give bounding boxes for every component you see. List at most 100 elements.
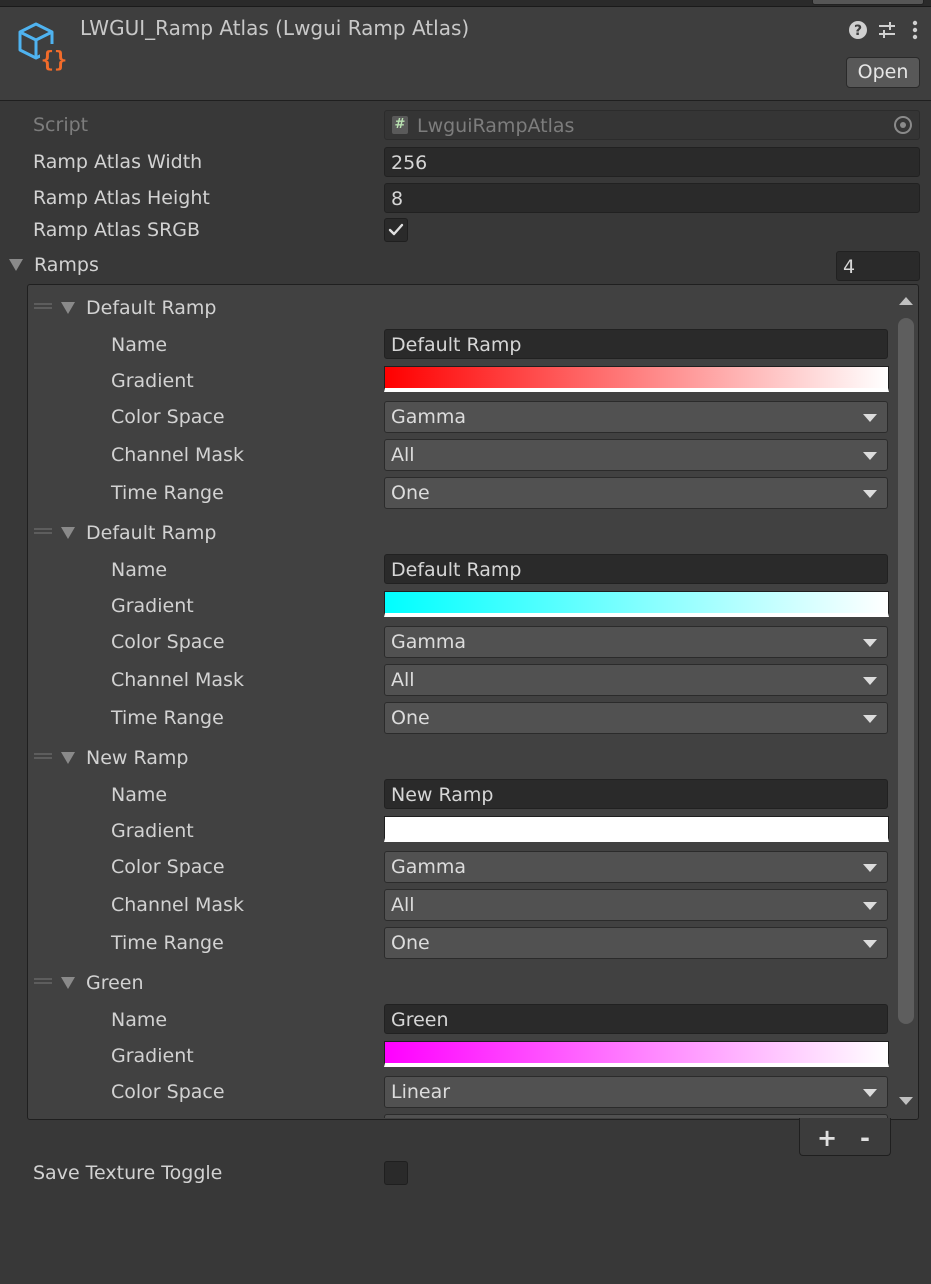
- ramp-foldout-icon[interactable]: [61, 302, 75, 314]
- color-space-dropdown[interactable]: Gamma: [384, 851, 888, 883]
- chevron-down-icon: [863, 940, 877, 948]
- ramps-count-input[interactable]: 4: [836, 251, 920, 281]
- chevron-down-icon: [863, 902, 877, 910]
- color-space-label: Color Space: [111, 406, 225, 428]
- sliders-icon[interactable]: [876, 20, 898, 42]
- color-space-label: Color Space: [111, 1081, 225, 1103]
- chevron-down-icon: [863, 452, 877, 460]
- object-picker-icon[interactable]: [893, 115, 913, 135]
- gradient-field[interactable]: [384, 591, 889, 617]
- checkmark-icon: [388, 223, 404, 236]
- chevron-down-icon: [863, 490, 877, 498]
- chevron-down-icon: [863, 1089, 877, 1097]
- channel-mask-label: Channel Mask: [111, 444, 244, 466]
- list-footer: [799, 1118, 891, 1156]
- script-value: LwguiRampAtlas: [417, 115, 575, 137]
- csharp-script-icon: #: [392, 116, 408, 134]
- color-space-label: Color Space: [111, 631, 225, 653]
- time-range-dropdown[interactable]: One: [384, 927, 888, 959]
- color-space-label: Color Space: [111, 856, 225, 878]
- cube-braces-icon: {}: [14, 20, 70, 76]
- ramp-atlas-width-input[interactable]: 256: [384, 147, 920, 177]
- ramp-atlas-height-input[interactable]: 8: [384, 183, 920, 213]
- channel-mask-value: All: [391, 894, 415, 916]
- gradient-label: Gradient: [111, 370, 194, 392]
- time-range-dropdown[interactable]: One: [384, 477, 888, 509]
- ramp-name-input[interactable]: Green: [384, 1004, 888, 1034]
- color-space-value: Gamma: [391, 406, 467, 428]
- gradient-label: Gradient: [111, 595, 194, 617]
- add-item-button[interactable]: +: [816, 1124, 838, 1152]
- gradient-field[interactable]: [384, 1041, 889, 1067]
- chevron-down-icon: [863, 414, 877, 422]
- save-texture-toggle-checkbox[interactable]: [384, 1161, 408, 1185]
- script-field[interactable]: LwguiRampAtlas: [384, 110, 920, 140]
- script-label: Script: [33, 114, 89, 136]
- channel-mask-value: All: [391, 669, 415, 691]
- time-range-value: One: [391, 482, 430, 504]
- svg-text:{}: {}: [41, 48, 68, 73]
- ramp-title: Green: [86, 972, 144, 994]
- chevron-down-icon: [863, 864, 877, 872]
- ramp-title: Default Ramp: [86, 297, 217, 319]
- ramp-atlas-srgb-label: Ramp Atlas SRGB: [33, 219, 201, 241]
- color-space-value: Gamma: [391, 856, 467, 878]
- name-label: Name: [111, 559, 168, 581]
- channel-mask-dropdown[interactable]: All: [384, 439, 888, 471]
- chevron-down-icon: [863, 677, 877, 685]
- ramps-foldout-icon[interactable]: [9, 259, 23, 271]
- color-space-dropdown[interactable]: Gamma: [384, 626, 888, 658]
- ramp-title: New Ramp: [86, 747, 189, 769]
- time-range-dropdown[interactable]: One: [384, 702, 888, 734]
- ramps-list-viewport: Default Ramp Name Default Ramp Gradient …: [28, 285, 896, 1118]
- name-label: Name: [111, 1009, 168, 1031]
- name-label: Name: [111, 334, 168, 356]
- list-scrollbar-thumb[interactable]: [898, 318, 914, 1024]
- drag-handle-icon[interactable]: [34, 303, 52, 309]
- open-button[interactable]: Open: [846, 57, 920, 88]
- time-range-label: Time Range: [111, 707, 224, 729]
- time-range-label: Time Range: [111, 482, 224, 504]
- color-space-dropdown[interactable]: Gamma: [384, 401, 888, 433]
- color-space-dropdown[interactable]: Linear: [384, 1076, 888, 1108]
- scroll-up-arrow-icon[interactable]: [899, 297, 913, 305]
- channel-mask-label: Channel Mask: [111, 669, 244, 691]
- drag-handle-icon[interactable]: [34, 753, 52, 759]
- channel-mask-label: Channel Mask: [111, 894, 244, 916]
- scroll-down-arrow-icon[interactable]: [899, 1097, 913, 1105]
- ramp-foldout-icon[interactable]: [61, 527, 75, 539]
- ramp-name-input[interactable]: Default Ramp: [384, 554, 888, 584]
- gradient-label: Gradient: [111, 1045, 194, 1067]
- ramp-name-input[interactable]: New Ramp: [384, 779, 888, 809]
- ramp-title: Default Ramp: [86, 522, 217, 544]
- remove-item-button[interactable]: -: [854, 1124, 876, 1152]
- drag-handle-icon[interactable]: [34, 978, 52, 984]
- time-range-value: One: [391, 932, 430, 954]
- ramp-atlas-width-label: Ramp Atlas Width: [33, 151, 203, 173]
- channel-mask-dropdown[interactable]: All: [384, 664, 888, 696]
- ramp-name-input[interactable]: Default Ramp: [384, 329, 888, 359]
- svg-text:?: ?: [854, 23, 862, 39]
- time-range-label: Time Range: [111, 932, 224, 954]
- name-label: Name: [111, 784, 168, 806]
- chevron-down-icon: [863, 639, 877, 647]
- gradient-label: Gradient: [111, 820, 194, 842]
- channel-mask-value: All: [391, 444, 415, 466]
- ramp-atlas-srgb-checkbox[interactable]: [384, 218, 408, 242]
- window-tab-stub[interactable]: [812, 0, 924, 5]
- help-icon[interactable]: ?: [847, 20, 869, 42]
- gradient-field[interactable]: [384, 366, 889, 392]
- window-top-border: [0, 0, 931, 7]
- drag-handle-icon[interactable]: [34, 528, 52, 534]
- component-title: LWGUI_Ramp Atlas (Lwgui Ramp Atlas): [80, 16, 470, 40]
- ramp-foldout-icon[interactable]: [61, 977, 75, 989]
- channel-mask-dropdown[interactable]: All: [384, 889, 888, 921]
- gradient-field[interactable]: [384, 816, 889, 842]
- kebab-menu-icon[interactable]: [904, 20, 926, 42]
- chevron-down-icon: [863, 715, 877, 723]
- ramp-foldout-icon[interactable]: [61, 752, 75, 764]
- color-space-value: Linear: [391, 1081, 451, 1103]
- ramp-atlas-height-label: Ramp Atlas Height: [33, 187, 210, 209]
- ramps-label: Ramps: [34, 254, 99, 276]
- save-texture-toggle-label: Save Texture Toggle: [33, 1162, 223, 1184]
